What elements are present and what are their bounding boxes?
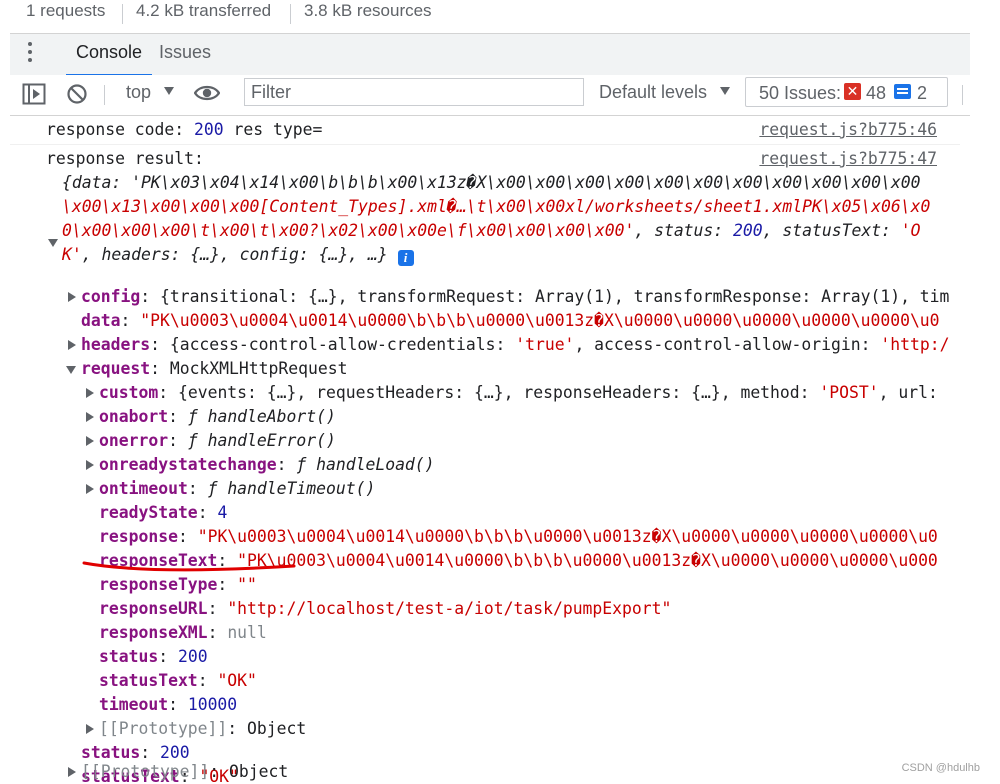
console-message: response code: 200 res type= request.js?… xyxy=(10,116,960,145)
expand-triangle-icon[interactable] xyxy=(68,767,76,777)
eye-icon[interactable] xyxy=(194,84,220,102)
context-selector[interactable]: top xyxy=(126,82,175,103)
collapse-triangle-icon[interactable] xyxy=(66,366,76,374)
message-text: response result: xyxy=(46,149,204,168)
log-levels-dropdown[interactable]: Default levels xyxy=(599,82,731,103)
prop-config[interactable]: config: {transitional: {…}, transformReq… xyxy=(81,285,949,309)
divider xyxy=(104,85,105,105)
prop-responseurl: responseURL: "http://localhost/test-a/io… xyxy=(99,599,672,618)
object-summary-line[interactable]: {data: 'PK\x03\x04\x14\x00\b\b\b\x00\x13… xyxy=(62,171,921,195)
console-toolbar: top Default levels 50 Issues: ✕ 48 2 xyxy=(10,75,970,116)
tab-issues[interactable]: Issues xyxy=(159,42,211,63)
drawer-tab-bar: Console Issues xyxy=(10,33,970,76)
errors-count: 48 xyxy=(866,83,887,103)
prop-responsexml: responseXML: null xyxy=(99,623,267,642)
prop-ontimeout[interactable]: ontimeout: ƒ handleTimeout() xyxy=(99,477,375,501)
tab-console[interactable]: Console xyxy=(66,42,153,76)
red-underline-annotation xyxy=(82,561,296,572)
prop-prototype-inner[interactable]: [[Prototype]]: Object xyxy=(99,717,306,741)
sidebar-toggle-icon[interactable] xyxy=(22,83,46,105)
clear-console-icon[interactable] xyxy=(66,83,88,105)
prop-statustext-inner: statusText: "OK" xyxy=(99,671,257,690)
message-text: response code: 200 res type= xyxy=(46,120,323,139)
prop-status-inner: status: 200 xyxy=(99,647,208,666)
prop-headers[interactable]: headers: {access-control-allow-credentia… xyxy=(81,333,949,357)
issues-label: 50 Issues: xyxy=(759,83,842,103)
prop-prototype-outer[interactable]: [[Prototype]]: Object xyxy=(81,760,288,784)
network-summary-bar: 1 requests 4.2 kB transferred 3.8 kB res… xyxy=(0,0,970,28)
console-message: response result: request.js?b775:47 {dat… xyxy=(10,145,960,782)
context-value: top xyxy=(126,82,152,102)
filter-input[interactable] xyxy=(244,78,584,106)
chevron-down-icon xyxy=(720,87,731,95)
prop-request[interactable]: request: MockXMLHttpRequest xyxy=(81,357,347,381)
issues-button[interactable]: 50 Issues: ✕ 48 2 xyxy=(745,77,948,107)
transferred-size: 4.2 kB transferred xyxy=(136,1,272,20)
prop-timeout: timeout: 10000 xyxy=(99,695,238,714)
expand-triangle-icon[interactable] xyxy=(86,460,94,470)
divider xyxy=(122,4,123,24)
prop-custom[interactable]: custom: {events: {…}, requestHeaders: {…… xyxy=(99,381,938,405)
watermark: CSDN @hdulhb xyxy=(901,762,980,774)
prop-readystate: readyState: 4 xyxy=(99,503,228,522)
expand-triangle-icon[interactable] xyxy=(86,436,94,446)
resources-size: 3.8 kB resources xyxy=(304,1,432,20)
info-icon[interactable]: i xyxy=(397,250,414,266)
info-count: 2 xyxy=(917,83,928,103)
prop-onerror[interactable]: onerror: ƒ handleError() xyxy=(99,429,336,453)
prop-response: response: "PK\u0003\u0004\u0014\u0000\b\… xyxy=(99,527,938,546)
prop-onabort[interactable]: onabort: ƒ handleAbort() xyxy=(99,405,336,429)
prop-data: data: "PK\u0003\u0004\u0014\u0000\b\b\b\… xyxy=(81,311,940,330)
source-link[interactable]: request.js?b775:47 xyxy=(759,147,937,171)
expand-triangle-icon[interactable] xyxy=(86,412,94,422)
chevron-down-icon xyxy=(164,87,175,95)
log-levels-label: Default levels xyxy=(599,82,708,102)
prop-onreadystatechange[interactable]: onreadystatechange: ƒ handleLoad() xyxy=(99,453,435,477)
requests-count: 1 requests xyxy=(26,1,106,20)
collapse-triangle-icon[interactable] xyxy=(48,239,58,247)
console-output: response code: 200 res type= request.js?… xyxy=(10,116,970,782)
divider xyxy=(962,85,963,105)
prop-responsetype: responseType: "" xyxy=(99,575,257,594)
more-options-icon[interactable] xyxy=(28,42,34,66)
object-summary-line[interactable]: \x00\x13\x00\x00\x00[Content_Types].xml�… xyxy=(62,195,930,219)
info-message-icon xyxy=(894,84,911,99)
error-icon: ✕ xyxy=(844,83,861,100)
source-link[interactable]: request.js?b775:46 xyxy=(759,118,937,142)
expand-triangle-icon[interactable] xyxy=(86,388,94,398)
divider xyxy=(290,4,291,24)
object-summary-line[interactable]: 0\x00\x00\x00\t\x00\t\x00?\x02\x00\x00e\… xyxy=(62,219,921,243)
expand-triangle-icon[interactable] xyxy=(86,484,94,494)
expand-triangle-icon[interactable] xyxy=(68,292,76,302)
expand-triangle-icon[interactable] xyxy=(86,724,94,734)
object-summary-line[interactable]: K', headers: {…}, config: {…}, …} i xyxy=(62,243,414,267)
expand-triangle-icon[interactable] xyxy=(68,340,76,350)
